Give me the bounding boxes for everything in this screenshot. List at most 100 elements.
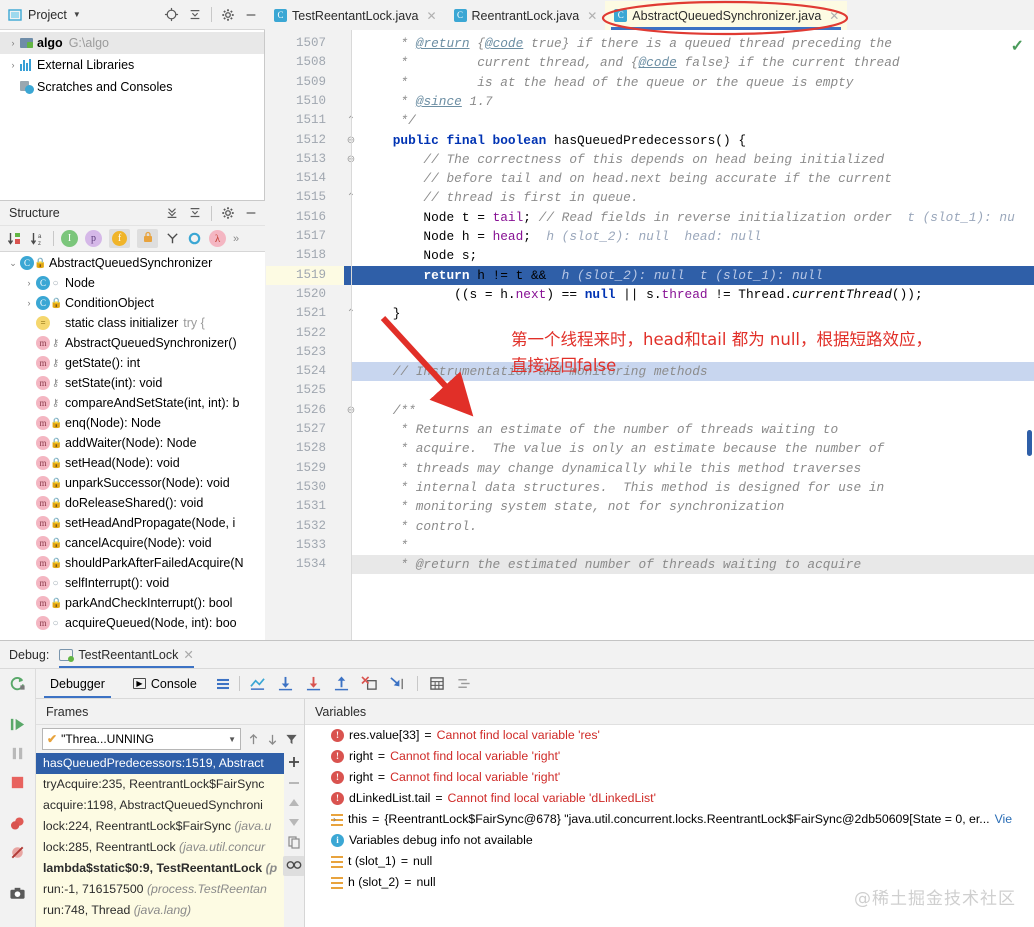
line-number[interactable]: 1527 bbox=[266, 420, 326, 439]
line-number[interactable]: 1518 bbox=[266, 246, 326, 265]
line-number[interactable]: 1514 bbox=[266, 169, 326, 188]
expand-arrow-icon[interactable]: › bbox=[22, 278, 36, 288]
expand-arrow-icon[interactable]: › bbox=[6, 60, 20, 70]
pause-icon[interactable] bbox=[8, 745, 28, 762]
project-tree-item[interactable]: › External Libraries bbox=[0, 54, 264, 76]
resume-icon[interactable] bbox=[8, 716, 28, 733]
filter-icon[interactable] bbox=[285, 733, 298, 746]
line-number[interactable]: 1528 bbox=[266, 439, 326, 458]
line-number[interactable]: 1525 bbox=[266, 381, 326, 400]
line-number[interactable]: 1530 bbox=[266, 478, 326, 497]
structure-item[interactable]: m ⚷ setState(int): void bbox=[0, 373, 265, 393]
show-inherited-icon[interactable]: I bbox=[61, 230, 78, 247]
drop-frame-icon[interactable] bbox=[361, 676, 378, 691]
minimize-icon[interactable] bbox=[244, 8, 258, 22]
show-properties-icon[interactable]: p bbox=[85, 230, 102, 247]
code-line[interactable]: * acquire. The value is only an estimate… bbox=[352, 439, 1034, 458]
copy-icon[interactable] bbox=[287, 835, 301, 849]
add-icon[interactable] bbox=[287, 755, 301, 769]
code-line[interactable]: Node t = tail; // Read fields in reverse… bbox=[352, 208, 1034, 227]
view-breakpoints-icon[interactable] bbox=[8, 815, 28, 832]
code-line[interactable]: * @return the estimated number of thread… bbox=[352, 555, 1034, 574]
tab-debugger[interactable]: Debugger bbox=[36, 669, 119, 698]
code-line[interactable]: /** bbox=[352, 401, 1034, 420]
variable-row[interactable]: i Variables debug info not available bbox=[327, 830, 1034, 851]
sort-by-visibility-icon[interactable] bbox=[7, 231, 23, 247]
chevron-down-icon[interactable]: ▼ bbox=[228, 735, 236, 744]
minus-icon[interactable] bbox=[287, 776, 301, 790]
structure-item[interactable]: m 🔒 unparkSuccessor(Node): void bbox=[0, 473, 265, 493]
close-icon[interactable]: ✕ bbox=[183, 647, 193, 662]
sort-alphabetically-icon[interactable]: az bbox=[30, 231, 46, 247]
structure-item[interactable]: m 🔒 shouldParkAfterFailedAcquire(N bbox=[0, 553, 265, 573]
structure-item[interactable]: m 🔒 enq(Node): Node bbox=[0, 413, 265, 433]
layout-icon[interactable] bbox=[456, 676, 472, 691]
line-number[interactable]: 1523 bbox=[266, 343, 326, 362]
code-line[interactable]: * threads may change dynamically while t… bbox=[352, 459, 1034, 478]
mute-breakpoints-icon[interactable] bbox=[8, 844, 28, 861]
line-number[interactable]: 1519 bbox=[266, 265, 352, 285]
project-panel-title[interactable]: Project bbox=[28, 8, 67, 22]
gear-icon[interactable] bbox=[221, 206, 235, 220]
code-line[interactable]: // before tail and on head.next being ac… bbox=[352, 169, 1034, 188]
rerun-icon[interactable] bbox=[8, 675, 28, 692]
variable-row[interactable]: ! right = Cannot find local variable 'right… bbox=[327, 767, 1034, 788]
line-number[interactable]: 1515 bbox=[266, 188, 326, 207]
collapse-all-icon[interactable] bbox=[188, 206, 202, 220]
structure-item[interactable]: m 🔒 doReleaseShared(): void bbox=[0, 493, 265, 513]
structure-item[interactable]: m 🔒 setHeadAndPropagate(Node, i bbox=[0, 513, 265, 533]
step-over-icon[interactable] bbox=[277, 676, 294, 691]
frame-row[interactable]: lock:224, ReentrantLock$FairSync (java.u bbox=[36, 816, 284, 837]
line-number[interactable]: 1512 bbox=[266, 131, 326, 150]
show-anonymous-icon[interactable] bbox=[165, 231, 180, 246]
structure-item[interactable]: m 🔒 cancelAcquire(Node): void bbox=[0, 533, 265, 553]
project-tree-item[interactable]: › algo G:\algo bbox=[0, 32, 264, 54]
code-line[interactable]: * control. bbox=[352, 517, 1034, 536]
code-line[interactable]: */ bbox=[352, 111, 1034, 130]
code-line[interactable]: return h != t && h (slot_2): null t (slo… bbox=[352, 265, 1034, 285]
editor-tab[interactable]: C TestReentantLock.java ✕ bbox=[265, 1, 445, 30]
frames-list[interactable]: hasQueuedPredecessors:1519, Abstract tryA… bbox=[36, 753, 284, 927]
line-number[interactable]: 1524 bbox=[266, 362, 326, 381]
line-number[interactable]: 1510 bbox=[266, 92, 326, 111]
structure-item[interactable]: m 🔒 addWaiter(Node): Node bbox=[0, 433, 265, 453]
line-number[interactable]: 1529 bbox=[266, 459, 326, 478]
structure-item[interactable]: m ○ acquireQueued(Node, int): boo bbox=[0, 613, 265, 633]
line-number[interactable]: 1533 bbox=[266, 536, 326, 555]
structure-item[interactable]: m ⚷ AbstractQueuedSynchronizer() bbox=[0, 333, 265, 353]
code-line[interactable]: * current thread, and {@code false} if t… bbox=[352, 53, 1034, 72]
watches-button[interactable] bbox=[283, 856, 305, 876]
line-number[interactable]: 1517 bbox=[266, 227, 326, 246]
structure-item[interactable]: m 🔒 setHead(Node): void bbox=[0, 453, 265, 473]
collapse-all-icon[interactable] bbox=[188, 8, 202, 22]
expand-arrow-icon[interactable]: › bbox=[22, 298, 36, 308]
structure-item[interactable]: › C 🔒 ConditionObject bbox=[0, 293, 265, 313]
code-line[interactable]: * internal data structures. This method … bbox=[352, 478, 1034, 497]
frame-row[interactable]: lambda$static$0:9, TestReentantLock (p bbox=[36, 858, 284, 879]
structure-item[interactable]: ⌄ C 🔒 AbstractQueuedSynchronizer bbox=[0, 253, 265, 273]
line-number[interactable]: 1520 bbox=[266, 285, 326, 304]
show-interfaces-icon[interactable] bbox=[187, 231, 202, 246]
structure-item[interactable]: = static class initializer try { bbox=[0, 313, 265, 333]
code-line[interactable]: * bbox=[352, 536, 1034, 555]
code-line[interactable]: * monitoring system state, not for synch… bbox=[352, 497, 1034, 516]
code-line[interactable]: * @since 1.7 bbox=[352, 92, 1034, 111]
code-line[interactable]: Node s; bbox=[352, 246, 1034, 265]
expand-arrow-icon[interactable]: › bbox=[6, 38, 20, 48]
editor-scrollbar-marker[interactable] bbox=[1027, 430, 1032, 456]
down-icon[interactable] bbox=[266, 733, 279, 746]
code-line[interactable]: * @return {@code true} if there is a que… bbox=[352, 34, 1034, 53]
structure-item[interactable]: m 🔒 parkAndCheckInterrupt(): bool bbox=[0, 593, 265, 613]
show-execution-point-icon[interactable] bbox=[249, 676, 266, 691]
line-number[interactable]: 1531 bbox=[266, 497, 326, 516]
layout-settings-icon[interactable] bbox=[215, 677, 231, 691]
code-line[interactable]: ((s = h.next) == null || s.thread != Thr… bbox=[352, 285, 1034, 304]
frame-row[interactable]: lock:285, ReentrantLock (java.util.concu… bbox=[36, 837, 284, 858]
variable-row[interactable]: › this = {ReentrantLock$FairSync@678} "java… bbox=[327, 809, 1034, 830]
line-number[interactable]: 1521 bbox=[266, 304, 326, 323]
expand-arrow-icon[interactable]: ⌄ bbox=[6, 258, 20, 269]
show-lambdas-icon[interactable]: λ bbox=[209, 230, 226, 247]
line-number[interactable]: 1511 bbox=[266, 111, 326, 130]
variable-row[interactable]: t (slot_1) = null bbox=[327, 851, 1034, 872]
chevron-down-icon[interactable]: ▼ bbox=[73, 10, 81, 19]
